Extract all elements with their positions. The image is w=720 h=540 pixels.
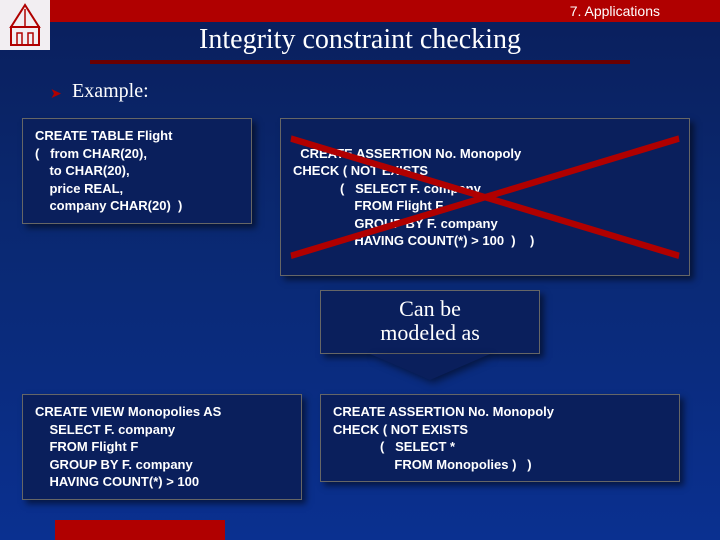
callout-box: Can be modeled as xyxy=(320,290,540,354)
callout: Can be modeled as xyxy=(320,290,540,380)
callout-line2: modeled as xyxy=(325,321,535,345)
callout-line1: Can be xyxy=(325,297,535,321)
bullet-icon: ➤ xyxy=(50,85,62,102)
code-create-view: CREATE VIEW Monopolies AS SELECT F. comp… xyxy=(22,394,302,500)
down-arrow-icon xyxy=(370,354,490,380)
header-band: 7. Applications xyxy=(0,0,720,22)
example-label: Example: xyxy=(72,80,149,103)
slide-title: Integrity constraint checking xyxy=(0,24,720,56)
code-assertion-short: CREATE ASSERTION No. Monopoly CHECK ( NO… xyxy=(320,394,680,482)
chapter-label: 7. Applications xyxy=(570,3,660,19)
code-assertion-long: CREATE ASSERTION No. Monopoly CHECK ( NO… xyxy=(280,118,690,276)
code-create-table: CREATE TABLE Flight ( from CHAR(20), to … xyxy=(22,118,252,224)
title-underline xyxy=(90,60,630,64)
logo-icon xyxy=(0,0,50,50)
code-assertion-long-text: CREATE ASSERTION No. Monopoly CHECK ( NO… xyxy=(293,146,534,249)
footer-band xyxy=(55,520,225,540)
